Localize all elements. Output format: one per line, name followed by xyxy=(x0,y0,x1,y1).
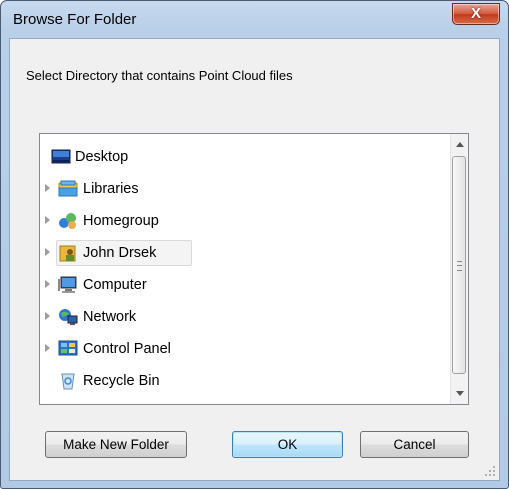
libraries-icon xyxy=(58,180,78,197)
vertical-scrollbar[interactable] xyxy=(450,134,468,404)
control-panel-icon xyxy=(58,340,78,356)
make-new-folder-button[interactable]: Make New Folder xyxy=(45,431,187,458)
scrollbar-thumb[interactable] xyxy=(452,156,466,374)
title-bar[interactable]: Browse For Folder X xyxy=(1,1,508,37)
expand-arrow-icon[interactable] xyxy=(45,344,50,352)
expand-arrow-icon[interactable] xyxy=(45,184,50,192)
tree-item-user-folder[interactable]: John Drsek xyxy=(40,239,440,267)
network-icon xyxy=(59,309,78,325)
grip-icon xyxy=(457,261,462,271)
tree-item-network[interactable]: Network xyxy=(40,303,440,331)
resize-grip-icon[interactable] xyxy=(484,465,496,477)
close-button[interactable]: X xyxy=(452,3,500,25)
dialog-prompt: Select Directory that contains Point Clo… xyxy=(26,68,293,83)
browse-folder-dialog: Browse For Folder X Select Directory tha… xyxy=(0,0,509,489)
cancel-button[interactable]: Cancel xyxy=(360,431,469,458)
tree-item-label: Network xyxy=(83,309,137,325)
tree-item-label: Libraries xyxy=(83,181,139,197)
user-folder-icon xyxy=(59,245,76,262)
tree-item-control-panel[interactable]: Control Panel xyxy=(40,335,440,363)
close-icon: X xyxy=(470,5,481,22)
desktop-icon xyxy=(51,149,71,164)
tree-item-label: Computer xyxy=(83,277,147,293)
tree-item-libraries[interactable]: Libraries xyxy=(40,175,440,203)
homegroup-icon xyxy=(59,213,76,229)
folder-tree[interactable]: Desktop Libraries Homegroup John Drsek C… xyxy=(39,133,469,405)
tree-item-desktop[interactable]: Desktop xyxy=(40,143,440,171)
expand-arrow-icon[interactable] xyxy=(45,280,50,288)
tree-item-recycle-bin[interactable]: Recycle Bin xyxy=(40,367,440,395)
expand-arrow-icon[interactable] xyxy=(45,216,50,224)
window-title: Browse For Folder xyxy=(13,11,137,28)
scroll-up-arrow-icon[interactable] xyxy=(456,142,464,147)
tree-item-homegroup[interactable]: Homegroup xyxy=(40,207,440,235)
tree-item-label: Homegroup xyxy=(83,213,159,229)
tree-item-label: Desktop xyxy=(75,149,129,165)
tree-item-label: John Drsek xyxy=(83,245,157,261)
computer-icon xyxy=(58,276,77,293)
tree-item-label: Recycle Bin xyxy=(83,373,160,389)
dialog-client-area: Select Directory that contains Point Clo… xyxy=(9,38,500,481)
expand-arrow-icon[interactable] xyxy=(45,248,50,256)
tree-item-computer[interactable]: Computer xyxy=(40,271,440,299)
recycle-bin-icon xyxy=(61,373,75,390)
tree-item-label: Control Panel xyxy=(83,341,171,357)
expand-arrow-icon[interactable] xyxy=(45,312,50,320)
scroll-down-arrow-icon[interactable] xyxy=(456,391,464,396)
ok-button[interactable]: OK xyxy=(232,431,343,458)
